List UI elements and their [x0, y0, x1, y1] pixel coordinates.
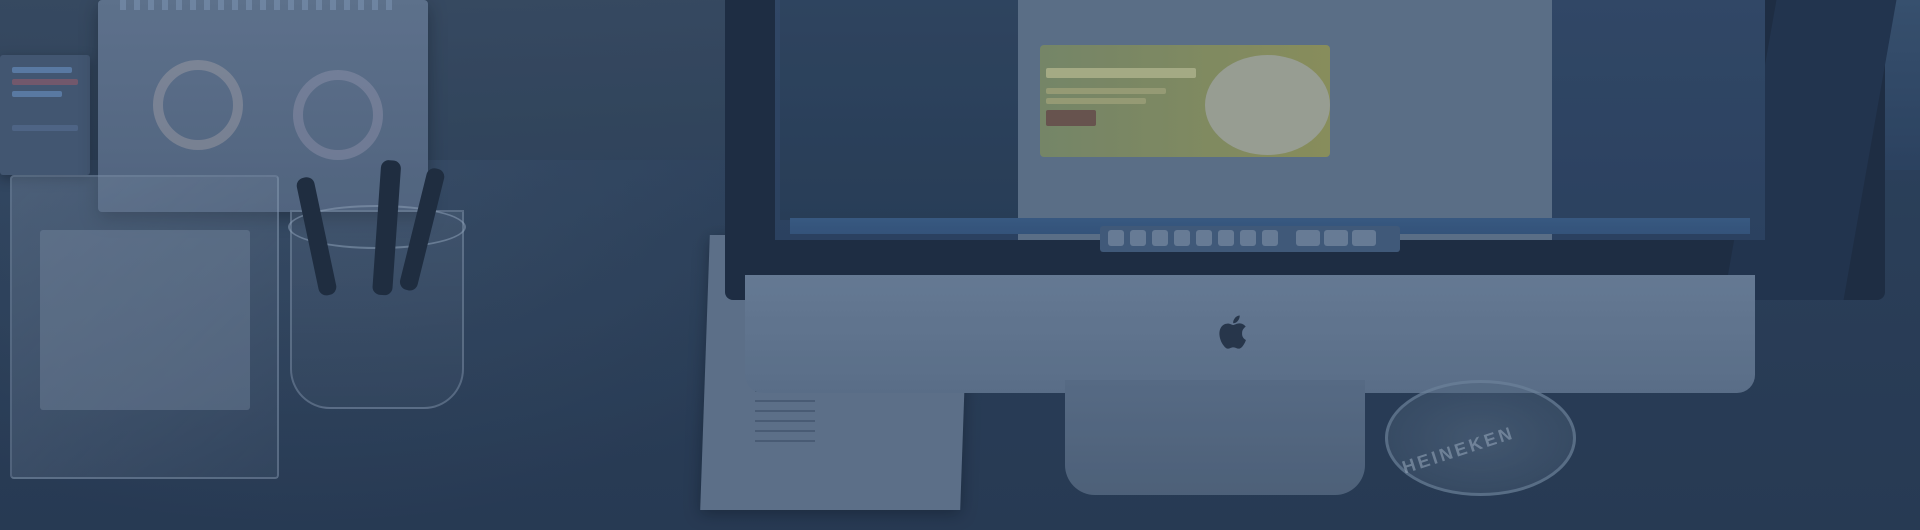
blue-tint-overlay — [0, 0, 1920, 530]
hero-background-photo: HEINEKEN — [0, 0, 1920, 530]
